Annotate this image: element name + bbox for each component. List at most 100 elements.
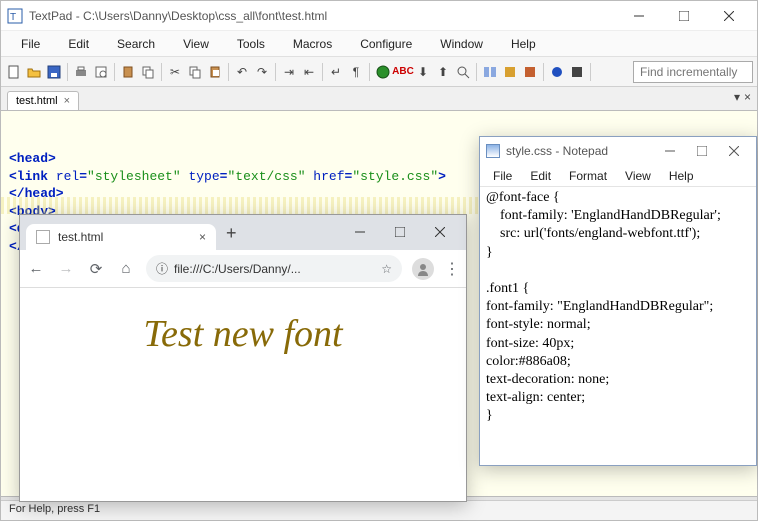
- minimize-button[interactable]: [616, 2, 661, 30]
- tab-close-all-icon[interactable]: ×: [744, 90, 751, 104]
- toolbar-separator: [67, 63, 68, 81]
- notepad-window-controls: [654, 139, 750, 163]
- notepad-close-button[interactable]: [718, 139, 750, 163]
- toolbar-separator: [114, 63, 115, 81]
- tab-label: test.html: [16, 95, 58, 107]
- notepad-maximize-button[interactable]: [686, 139, 718, 163]
- np-menu-view[interactable]: View: [616, 167, 660, 185]
- page-favicon: [36, 230, 50, 244]
- clipboard-icon[interactable]: [119, 63, 137, 81]
- menu-window[interactable]: Window: [426, 34, 497, 54]
- save-icon[interactable]: [45, 63, 63, 81]
- new-file-icon[interactable]: [5, 63, 23, 81]
- statusbar: For Help, press F1: [1, 500, 757, 520]
- menu-configure[interactable]: Configure: [346, 34, 426, 54]
- textpad-title: TextPad - C:\Users\Danny\Desktop\css_all…: [29, 9, 616, 23]
- chrome-tab-close-icon[interactable]: ×: [199, 230, 206, 244]
- find-input[interactable]: [633, 61, 753, 83]
- sort-desc-icon[interactable]: ⬆: [434, 63, 452, 81]
- notepad-minimize-button[interactable]: [654, 139, 686, 163]
- stop-icon[interactable]: [568, 63, 586, 81]
- document-tab[interactable]: test.html ×: [7, 91, 79, 110]
- sort-asc-icon[interactable]: ⬇: [414, 63, 432, 81]
- new-tab-button[interactable]: +: [226, 223, 237, 244]
- document-tabbar: test.html × ▾ ×: [1, 87, 757, 111]
- spell-icon[interactable]: ABC: [394, 63, 412, 81]
- copy-icon[interactable]: [139, 63, 157, 81]
- copy2-icon[interactable]: [186, 63, 204, 81]
- np-menu-file[interactable]: File: [484, 167, 521, 185]
- macro-play-icon[interactable]: [501, 63, 519, 81]
- url-text: file:///C:/Users/Danny/...: [174, 262, 301, 276]
- np-menu-format[interactable]: Format: [560, 167, 616, 185]
- toolbar-separator: [322, 63, 323, 81]
- notepad-app-icon: [486, 144, 500, 158]
- tool-icon[interactable]: [521, 63, 539, 81]
- site-info-icon[interactable]: ⓘ: [156, 260, 168, 277]
- toolbar-separator: [161, 63, 162, 81]
- menu-help[interactable]: Help: [497, 34, 550, 54]
- menu-tools[interactable]: Tools: [223, 34, 279, 54]
- profile-avatar[interactable]: [412, 258, 434, 280]
- print-preview-icon[interactable]: [92, 63, 110, 81]
- chrome-menu-button[interactable]: ⋮: [444, 259, 460, 279]
- undo-icon[interactable]: ↶: [233, 63, 251, 81]
- rendered-text: Test new font: [143, 312, 342, 356]
- np-menu-help[interactable]: Help: [660, 167, 703, 185]
- maximize-button[interactable]: [661, 2, 706, 30]
- chrome-tab-label: test.html: [58, 230, 199, 244]
- notepad-title: style.css - Notepad: [506, 144, 654, 158]
- indent-right-icon[interactable]: ⇥: [280, 63, 298, 81]
- bookmark-star-icon[interactable]: ☆: [381, 262, 392, 276]
- paste-icon[interactable]: [206, 63, 224, 81]
- compare-icon[interactable]: [481, 63, 499, 81]
- chrome-maximize-button[interactable]: [380, 218, 420, 246]
- chrome-viewport: Test new font: [20, 288, 466, 501]
- reload-button[interactable]: ⟳: [86, 260, 106, 278]
- tab-close-icon[interactable]: ×: [64, 95, 70, 107]
- svg-text:T: T: [10, 12, 16, 23]
- back-button[interactable]: ←: [26, 260, 46, 277]
- textpad-toolbar: ✂ ↶ ↷ ⇥ ⇤ ↵ ¶ ABC ⬇ ⬆: [1, 57, 757, 87]
- menu-search[interactable]: Search: [103, 34, 169, 54]
- open-file-icon[interactable]: [25, 63, 43, 81]
- record-icon[interactable]: [548, 63, 566, 81]
- pilcrow-icon[interactable]: ¶: [347, 63, 365, 81]
- chrome-close-button[interactable]: [420, 218, 460, 246]
- tab-dropdown-icon[interactable]: ▾: [734, 90, 740, 104]
- notepad-menubar: File Edit Format View Help: [480, 165, 756, 187]
- chrome-window: test.html × + ← → ⟳ ⌂ ⓘ file:///C:/Users…: [19, 214, 467, 502]
- notepad-editor[interactable]: @font-face { font-family: 'EnglandHandDB…: [480, 187, 756, 465]
- forward-button[interactable]: →: [56, 260, 76, 277]
- status-text: For Help, press F1: [9, 503, 100, 515]
- toolbar-separator: [275, 63, 276, 81]
- chrome-tabstrip: test.html × +: [20, 215, 466, 250]
- menu-file[interactable]: File: [7, 34, 54, 54]
- cut-icon[interactable]: ✂: [166, 63, 184, 81]
- toolbar-separator: [476, 63, 477, 81]
- find-icon[interactable]: [454, 63, 472, 81]
- np-menu-edit[interactable]: Edit: [521, 167, 560, 185]
- chrome-minimize-button[interactable]: [340, 218, 380, 246]
- home-button[interactable]: ⌂: [116, 260, 136, 277]
- address-bar[interactable]: ⓘ file:///C:/Users/Danny/... ☆: [146, 255, 402, 282]
- chrome-window-controls: [340, 218, 460, 246]
- toolbar-separator: [228, 63, 229, 81]
- redo-icon[interactable]: ↷: [253, 63, 271, 81]
- menu-macros[interactable]: Macros: [279, 34, 346, 54]
- chrome-tab[interactable]: test.html ×: [26, 224, 216, 250]
- wrap-icon[interactable]: ↵: [327, 63, 345, 81]
- indent-left-icon[interactable]: ⇤: [300, 63, 318, 81]
- textpad-titlebar: T TextPad - C:\Users\Danny\Desktop\css_a…: [1, 1, 757, 31]
- menu-view[interactable]: View: [169, 34, 223, 54]
- chrome-toolbar: ← → ⟳ ⌂ ⓘ file:///C:/Users/Danny/... ☆ ⋮: [20, 250, 466, 288]
- window-controls: [616, 2, 751, 30]
- web-icon[interactable]: [374, 63, 392, 81]
- notepad-titlebar: style.css - Notepad: [480, 137, 756, 165]
- print-icon[interactable]: [72, 63, 90, 81]
- textpad-menubar: File Edit Search View Tools Macros Confi…: [1, 31, 757, 57]
- close-button[interactable]: [706, 2, 751, 30]
- toolbar-separator: [543, 63, 544, 81]
- textpad-app-icon: T: [7, 8, 23, 24]
- menu-edit[interactable]: Edit: [54, 34, 103, 54]
